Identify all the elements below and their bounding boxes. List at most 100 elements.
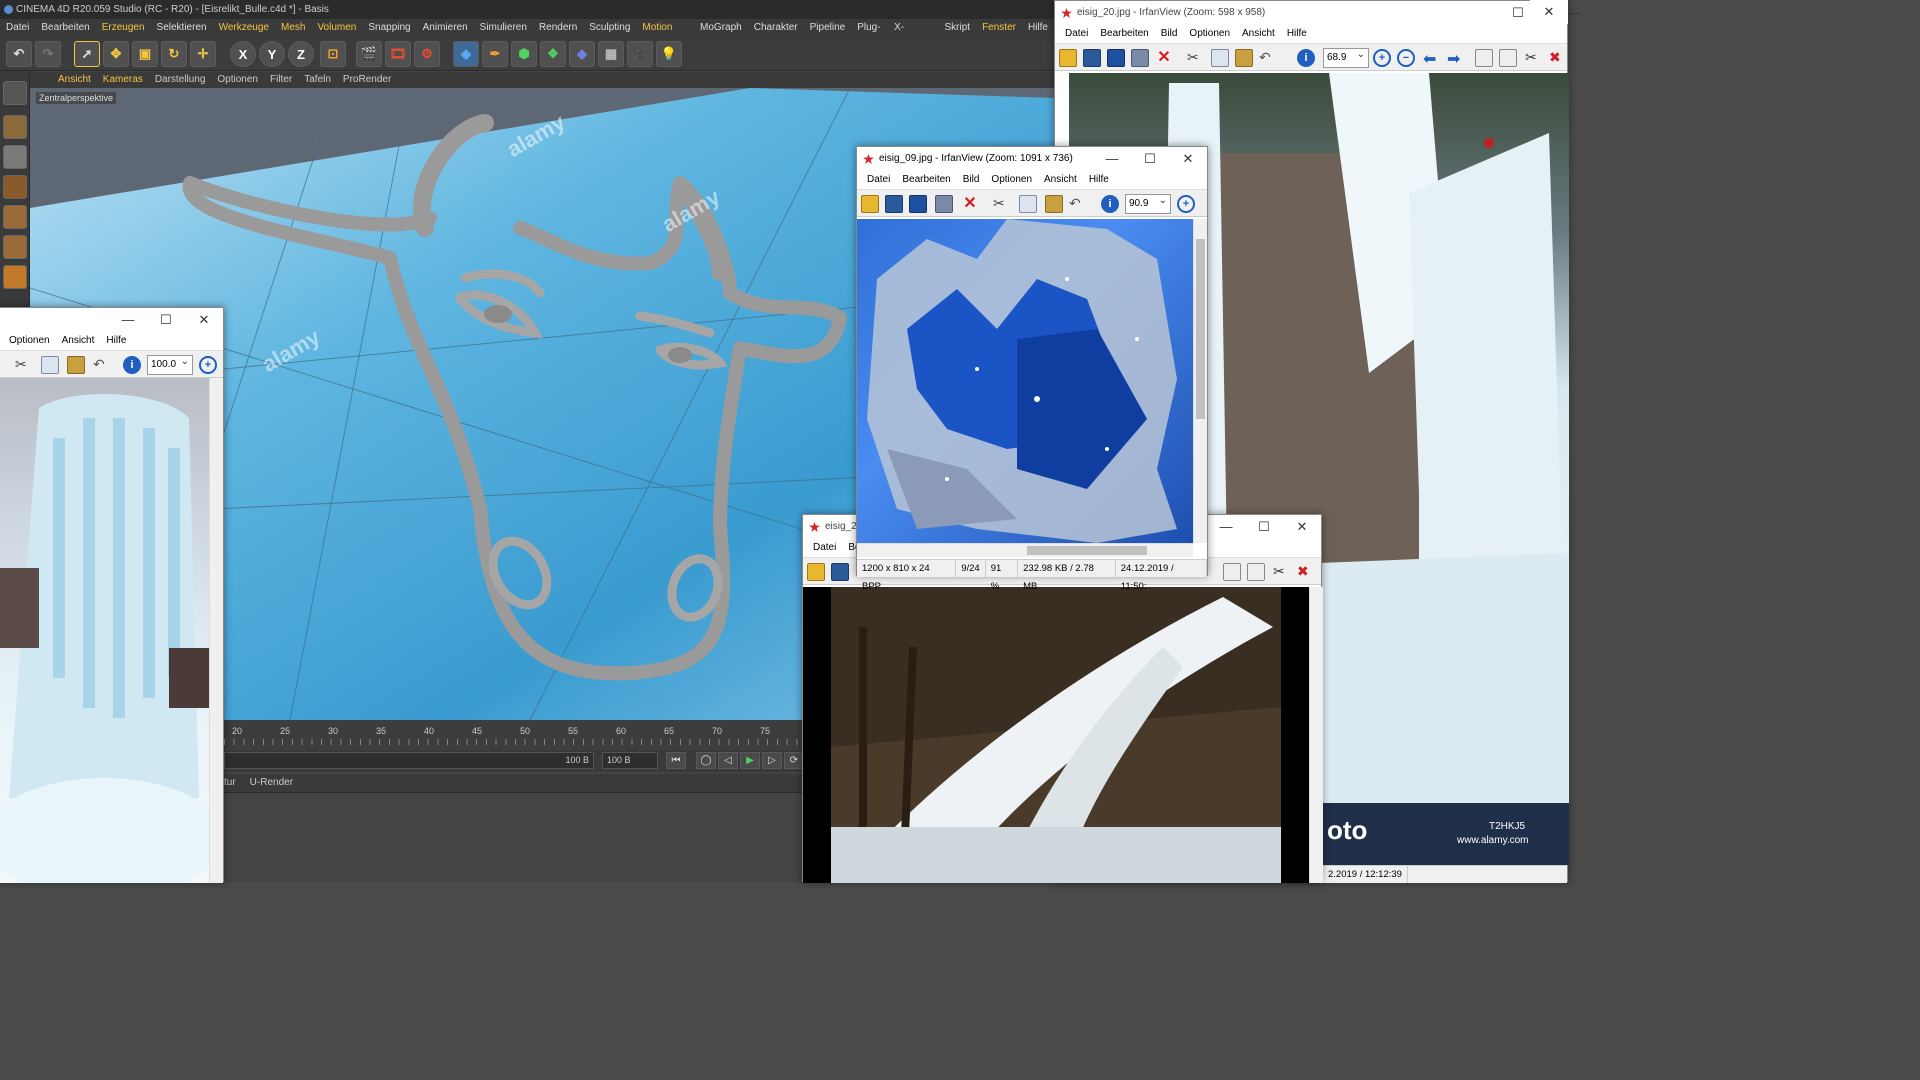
render-view-icon[interactable]: 🎬 bbox=[356, 41, 382, 67]
delete-icon[interactable]: ✕ bbox=[1155, 49, 1173, 67]
maximize-icon[interactable]: ☐ bbox=[147, 308, 185, 332]
rotate-tool-icon[interactable]: ↻ bbox=[161, 41, 187, 67]
timeline[interactable]: 20 25 30 35 40 45 50 55 60 65 70 75 bbox=[224, 720, 802, 754]
horizontal-scrollbar[interactable] bbox=[857, 543, 1193, 557]
axis-z-button[interactable]: Z bbox=[288, 41, 314, 67]
mograph-cloner-icon[interactable]: ❖ bbox=[540, 41, 566, 67]
edges-mode-icon[interactable] bbox=[3, 235, 27, 259]
play-icon[interactable]: ▶ bbox=[740, 752, 760, 769]
slideshow-icon[interactable] bbox=[831, 563, 849, 581]
paste-icon[interactable] bbox=[1045, 195, 1063, 213]
zoom-in-icon[interactable]: + bbox=[199, 356, 217, 374]
tab-u-render[interactable]: U-Render bbox=[250, 774, 293, 792]
vp-menu-tafeln[interactable]: Tafeln bbox=[298, 72, 337, 88]
c4d-menu-simulieren[interactable]: Simulieren bbox=[474, 19, 533, 37]
menu-datei[interactable]: Datei bbox=[807, 539, 842, 557]
select-tool-icon[interactable]: ➚ bbox=[74, 41, 100, 67]
zoom-out-icon[interactable]: − bbox=[1397, 49, 1415, 67]
coordinate-system-icon[interactable]: ⊡ bbox=[320, 41, 346, 67]
undo-icon[interactable]: ↶ bbox=[1259, 49, 1277, 67]
end-frame-field[interactable]: 100 B bbox=[602, 752, 658, 769]
spline-pen-icon[interactable]: ✒ bbox=[482, 41, 508, 67]
cut-icon[interactable]: ✂ bbox=[1187, 49, 1205, 67]
vertical-scrollbar[interactable] bbox=[209, 378, 223, 883]
menu-optionen[interactable]: Optionen bbox=[3, 332, 56, 350]
close-icon[interactable]: ✕ bbox=[1169, 147, 1207, 171]
cut-icon[interactable]: ✂ bbox=[15, 356, 33, 374]
camera-icon[interactable]: 🎥 bbox=[627, 41, 653, 67]
scrollbar-thumb[interactable] bbox=[1196, 239, 1205, 419]
c4d-menu-snapping[interactable]: Snapping bbox=[362, 19, 416, 37]
zoom-field[interactable]: 68.9 bbox=[1323, 46, 1369, 68]
timeline-ruler[interactable] bbox=[224, 739, 802, 745]
menu-bearbeiten[interactable]: Bearbeiten bbox=[896, 171, 956, 189]
exit-icon[interactable]: ✖ bbox=[1549, 49, 1567, 67]
vp-menu-filter[interactable]: Filter bbox=[264, 72, 298, 88]
loop-icon[interactable]: ⟳ bbox=[784, 752, 804, 769]
c4d-menu-bearbeiten[interactable]: Bearbeiten bbox=[35, 19, 95, 37]
close-icon[interactable]: ✕ bbox=[1530, 0, 1568, 24]
info-icon[interactable]: i bbox=[1101, 195, 1119, 213]
render-picture-icon[interactable]: 🎞 bbox=[385, 41, 411, 67]
c4d-menu-fenster[interactable]: Fenster bbox=[976, 19, 1022, 37]
slideshow-icon[interactable] bbox=[885, 195, 903, 213]
scrollbar-thumb[interactable] bbox=[1027, 546, 1147, 555]
menu-ansicht[interactable]: Ansicht bbox=[1236, 25, 1281, 43]
tab-struktur[interactable]: tur bbox=[224, 774, 236, 792]
close-icon[interactable]: ✕ bbox=[185, 308, 223, 332]
vp-menu-darstellung[interactable]: Darstellung bbox=[149, 72, 212, 88]
next-image-icon[interactable]: ➡ bbox=[1447, 49, 1465, 68]
minimize-icon[interactable]: — bbox=[1207, 515, 1245, 539]
menu-bild[interactable]: Bild bbox=[957, 171, 986, 189]
menu-hilfe[interactable]: Hilfe bbox=[1083, 171, 1115, 189]
minimize-icon[interactable]: — bbox=[109, 308, 147, 332]
light-icon[interactable]: 💡 bbox=[656, 41, 682, 67]
open-folder-icon[interactable] bbox=[807, 563, 825, 581]
save-icon[interactable] bbox=[1107, 49, 1125, 67]
c4d-menu-selektieren[interactable]: Selektieren bbox=[151, 19, 213, 37]
c4d-menu-werkzeuge[interactable]: Werkzeuge bbox=[213, 19, 275, 37]
menu-optionen[interactable]: Optionen bbox=[985, 171, 1038, 189]
floor-icon[interactable]: ▦ bbox=[598, 41, 624, 67]
copy-icon[interactable] bbox=[1211, 49, 1229, 67]
first-image-icon[interactable] bbox=[1223, 563, 1241, 581]
record-icon[interactable]: ◯ bbox=[696, 752, 716, 769]
menu-hilfe[interactable]: Hilfe bbox=[100, 332, 132, 350]
vertical-scrollbar[interactable] bbox=[1193, 219, 1207, 543]
maximize-icon[interactable]: ☐ bbox=[1131, 147, 1169, 171]
menu-datei[interactable]: Datei bbox=[861, 171, 896, 189]
last-image-icon[interactable] bbox=[1499, 49, 1517, 67]
vertical-scrollbar[interactable] bbox=[1309, 587, 1323, 883]
first-image-icon[interactable] bbox=[1475, 49, 1493, 67]
undo-icon[interactable]: ↶ bbox=[1069, 195, 1087, 213]
menu-ansicht[interactable]: Ansicht bbox=[56, 332, 101, 350]
subdivision-icon[interactable]: ⬢ bbox=[511, 41, 537, 67]
c4d-menu-mesh[interactable]: Mesh bbox=[275, 19, 311, 37]
last-image-icon[interactable] bbox=[1247, 563, 1265, 581]
copy-icon[interactable] bbox=[41, 356, 59, 374]
open-folder-icon[interactable] bbox=[861, 195, 879, 213]
c4d-menu-hilfe[interactable]: Hilfe bbox=[1022, 19, 1054, 37]
points-mode-icon[interactable] bbox=[3, 205, 27, 229]
info-icon[interactable]: i bbox=[1297, 49, 1315, 67]
undo-icon[interactable]: ↶ bbox=[6, 41, 32, 67]
c4d-menu-erzeugen[interactable]: Erzeugen bbox=[96, 19, 151, 37]
minimize-icon[interactable]: — bbox=[1093, 147, 1131, 171]
maximize-icon[interactable]: ☐ bbox=[1245, 515, 1283, 539]
vp-menu-optionen[interactable]: Optionen bbox=[211, 72, 264, 88]
c4d-menu-animieren[interactable]: Animieren bbox=[417, 19, 474, 37]
menu-ansicht[interactable]: Ansicht bbox=[1038, 171, 1083, 189]
add-tool-icon[interactable]: ✛ bbox=[190, 41, 216, 67]
delete-icon[interactable]: ✕ bbox=[961, 195, 979, 213]
model-mode-icon[interactable] bbox=[3, 81, 27, 105]
vp-menu-prorender[interactable]: ProRender bbox=[337, 72, 397, 88]
vp-menu-ansicht[interactable]: Ansicht bbox=[52, 72, 97, 88]
render-settings-icon[interactable]: ⚙ bbox=[414, 41, 440, 67]
axis-x-button[interactable]: X bbox=[230, 41, 256, 67]
step-forward-icon[interactable]: ▷ bbox=[762, 752, 782, 769]
c4d-menu-mograph[interactable]: MoGraph bbox=[694, 19, 748, 37]
vp-menu-kameras[interactable]: Kameras bbox=[97, 72, 149, 88]
copy-icon[interactable] bbox=[1019, 195, 1037, 213]
object-mode-icon[interactable] bbox=[3, 115, 27, 139]
print-icon[interactable] bbox=[1131, 49, 1149, 67]
